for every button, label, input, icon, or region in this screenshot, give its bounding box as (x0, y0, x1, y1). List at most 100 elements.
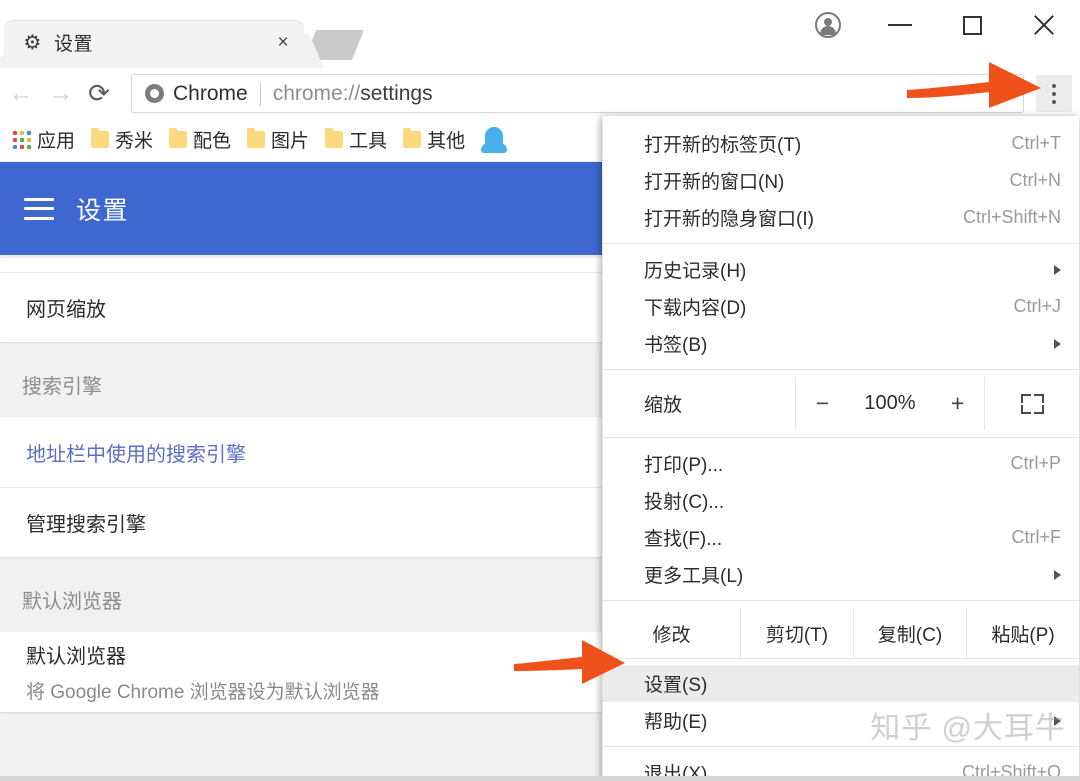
dot-icon (1052, 100, 1056, 104)
settings-card-appearance: 网页缩放 (0, 258, 602, 342)
settings-page: 设置 网页缩放 搜索引擎 地址栏中使用的搜索引擎 管理搜索引擎 默认浏览器 默认… (0, 162, 602, 781)
bookmark-folder-3[interactable]: 工具 (318, 123, 394, 156)
chrome-logo-icon (145, 84, 164, 103)
bookmark-label: 工具 (349, 126, 387, 153)
hamburger-menu-icon[interactable] (24, 198, 54, 220)
qq-icon (481, 126, 507, 154)
settings-row-page-zoom[interactable]: 网页缩放 (0, 272, 602, 342)
fullscreen-button[interactable] (985, 377, 1079, 430)
menu-item-label: 查找(F)... (644, 524, 1012, 551)
window-controls (792, 0, 1080, 50)
menu-item-label: 下载内容(D) (644, 293, 1013, 320)
cut-button[interactable]: 剪切(T) (741, 608, 854, 658)
section-label-search-engine: 搜索引擎 (0, 342, 602, 417)
menu-item-label: 设置(S) (644, 670, 1061, 697)
chevron-right-icon (1054, 570, 1061, 580)
row-title: 网页缩放 (26, 293, 602, 322)
folder-icon (403, 131, 421, 148)
menu-item-accelerator: Ctrl+P (1010, 453, 1061, 474)
folder-icon (247, 131, 265, 148)
folder-icon (169, 131, 187, 148)
folder-icon (325, 131, 343, 148)
account-button[interactable] (792, 2, 864, 48)
menu-item-label: 打印(P)... (644, 450, 1010, 477)
browser-toolbar: ← → ⟳ Chrome chrome://settings (0, 68, 1080, 118)
menu-separator (603, 369, 1079, 370)
dot-icon (1052, 84, 1056, 88)
menu-item-accelerator: Ctrl+F (1012, 527, 1062, 548)
settings-row-manage-search[interactable]: 管理搜索引擎 (0, 487, 602, 557)
bookmark-folder-1[interactable]: 配色 (162, 123, 238, 156)
reload-button[interactable]: ⟳ (82, 76, 116, 110)
menu-item-print[interactable]: 打印(P)... Ctrl+P (603, 445, 1079, 482)
menu-item-label: 更多工具(L) (644, 561, 1046, 588)
menu-item-accelerator: Ctrl+T (1012, 133, 1062, 154)
three-dots-menu-button[interactable] (1036, 75, 1072, 112)
menu-item-find[interactable]: 查找(F)... Ctrl+F (603, 519, 1079, 556)
folder-icon (91, 131, 109, 148)
menu-item-new-incognito-window[interactable]: 打开新的隐身窗口(I) Ctrl+Shift+N (603, 199, 1079, 236)
settings-page-header: 设置 (0, 162, 602, 255)
bookmark-apps[interactable]: 应用 (6, 123, 82, 156)
bookmark-folder-0[interactable]: 秀米 (84, 123, 160, 156)
menu-item-new-window[interactable]: 打开新的窗口(N) Ctrl+N (603, 162, 1079, 199)
bookmark-label: 其他 (427, 126, 465, 153)
menu-separator (603, 658, 1079, 659)
gear-icon: ⚙ (22, 33, 43, 54)
browser-window: ⚙ 设置 × ← → ⟳ Chrome chrome://settin (0, 0, 1080, 781)
edit-label: 修改 (603, 608, 741, 658)
settings-card-search-engine: 地址栏中使用的搜索引擎 管理搜索引擎 (0, 417, 602, 557)
chrome-main-menu: 打开新的标签页(T) Ctrl+T 打开新的窗口(N) Ctrl+N 打开新的隐… (602, 116, 1079, 781)
menu-item-help[interactable]: 帮助(E) (603, 702, 1079, 739)
address-bar[interactable]: Chrome chrome://settings (131, 74, 1024, 113)
tab-settings[interactable] (4, 20, 304, 68)
menu-item-label: 历史记录(H) (644, 256, 1046, 283)
bookmark-label: 配色 (193, 126, 231, 153)
chevron-right-icon (1054, 265, 1061, 275)
paste-button[interactable]: 粘贴(P) (967, 608, 1079, 658)
menu-item-label: 打开新的窗口(N) (644, 167, 1009, 194)
menu-edit-row: 修改 剪切(T) 复制(C) 粘贴(P) (603, 608, 1079, 658)
bookmark-folder-2[interactable]: 图片 (240, 123, 316, 156)
menu-item-cast[interactable]: 投射(C)... (603, 482, 1079, 519)
zoom-in-button[interactable]: + (946, 390, 970, 417)
row-title: 默认浏览器 (26, 640, 602, 669)
card-partial-row (0, 258, 602, 272)
zoom-out-button[interactable]: − (810, 390, 834, 417)
back-button[interactable]: ← (4, 76, 38, 110)
minimize-button[interactable] (864, 2, 936, 48)
menu-item-new-tab[interactable]: 打开新的标签页(T) Ctrl+T (603, 125, 1079, 162)
bookmark-folder-4[interactable]: 其他 (396, 123, 472, 156)
maximize-button[interactable] (936, 2, 1008, 48)
omnibox-url: chrome://settings (273, 82, 433, 106)
maximize-icon (963, 16, 982, 35)
menu-item-history[interactable]: 历史记录(H) (603, 251, 1079, 288)
menu-item-label: 书签(B) (644, 330, 1046, 357)
section-label-default-browser: 默认浏览器 (0, 557, 602, 632)
account-icon (815, 12, 841, 38)
forward-button[interactable]: → (44, 76, 78, 110)
menu-item-accelerator: Ctrl+Shift+N (963, 207, 1061, 228)
tab-strip: ⚙ 设置 × (0, 0, 1080, 68)
row-title: 管理搜索引擎 (26, 508, 602, 537)
menu-item-label: 打开新的隐身窗口(I) (644, 204, 963, 231)
menu-item-bookmarks[interactable]: 书签(B) (603, 325, 1079, 362)
settings-card-default-browser: 默认浏览器 将 Google Chrome 浏览器设为默认浏览器 (0, 632, 602, 712)
settings-row-default-search[interactable]: 地址栏中使用的搜索引擎 (0, 417, 602, 487)
chevron-right-icon (1054, 339, 1061, 349)
bookmark-qq[interactable] (474, 123, 514, 157)
close-icon[interactable]: × (272, 32, 294, 54)
bookmark-label: 应用 (37, 126, 75, 153)
window-bottom-edge (0, 776, 1080, 781)
row-title: 地址栏中使用的搜索引擎 (26, 438, 602, 467)
close-window-button[interactable] (1008, 2, 1080, 48)
menu-item-settings[interactable]: 设置(S) (603, 665, 1079, 702)
menu-item-downloads[interactable]: 下载内容(D) Ctrl+J (603, 288, 1079, 325)
menu-item-more-tools[interactable]: 更多工具(L) (603, 556, 1079, 593)
apps-grid-icon (13, 131, 31, 149)
tab-title: 设置 (54, 29, 93, 56)
zoom-label: 缩放 (603, 377, 795, 430)
copy-button[interactable]: 复制(C) (854, 608, 967, 658)
fullscreen-icon (1021, 394, 1044, 414)
settings-row-default-browser[interactable]: 默认浏览器 将 Google Chrome 浏览器设为默认浏览器 (0, 632, 602, 712)
